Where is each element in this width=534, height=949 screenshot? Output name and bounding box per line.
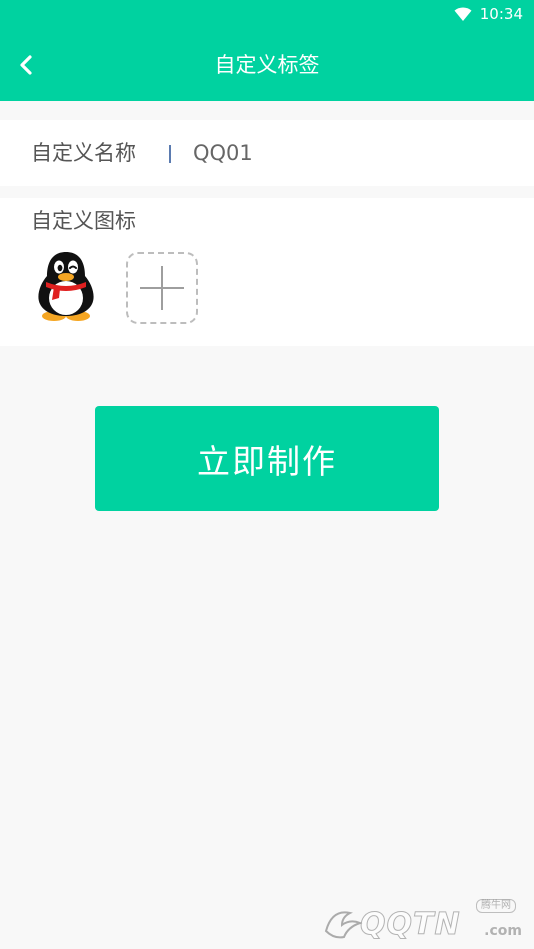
plus-icon [140,266,184,310]
back-button[interactable] [8,45,44,85]
name-field-row: 自定义名称 [0,120,534,186]
toolbar: 自定义标签 [0,29,534,101]
wifi-icon [454,7,472,21]
name-input[interactable] [190,132,513,174]
icon-field-label: 自定义图标 [31,209,136,233]
watermark-logo-icon [324,911,363,939]
page-title: 自定义标签 [214,53,320,77]
icon-field-section: 自定义图标 [0,198,534,346]
chevron-left-icon [20,55,32,75]
status-indicators: 10:34 [454,5,523,23]
watermark-suffix: .com [484,923,522,939]
watermark: 腾牛网 QQTN .com [320,899,526,943]
add-icon-button[interactable] [126,252,198,324]
watermark-main-text: QQTN [360,907,461,942]
make-now-button[interactable]: 立即制作 [95,406,439,511]
name-field-divider [169,145,171,163]
qq-penguin-icon [38,252,94,321]
selected-icon-option[interactable] [34,250,98,322]
status-time: 10:34 [479,5,523,23]
watermark-small-text: 腾牛网 [476,899,516,913]
name-field-label: 自定义名称 [31,141,136,165]
status-bar: 10:34 [0,0,534,29]
